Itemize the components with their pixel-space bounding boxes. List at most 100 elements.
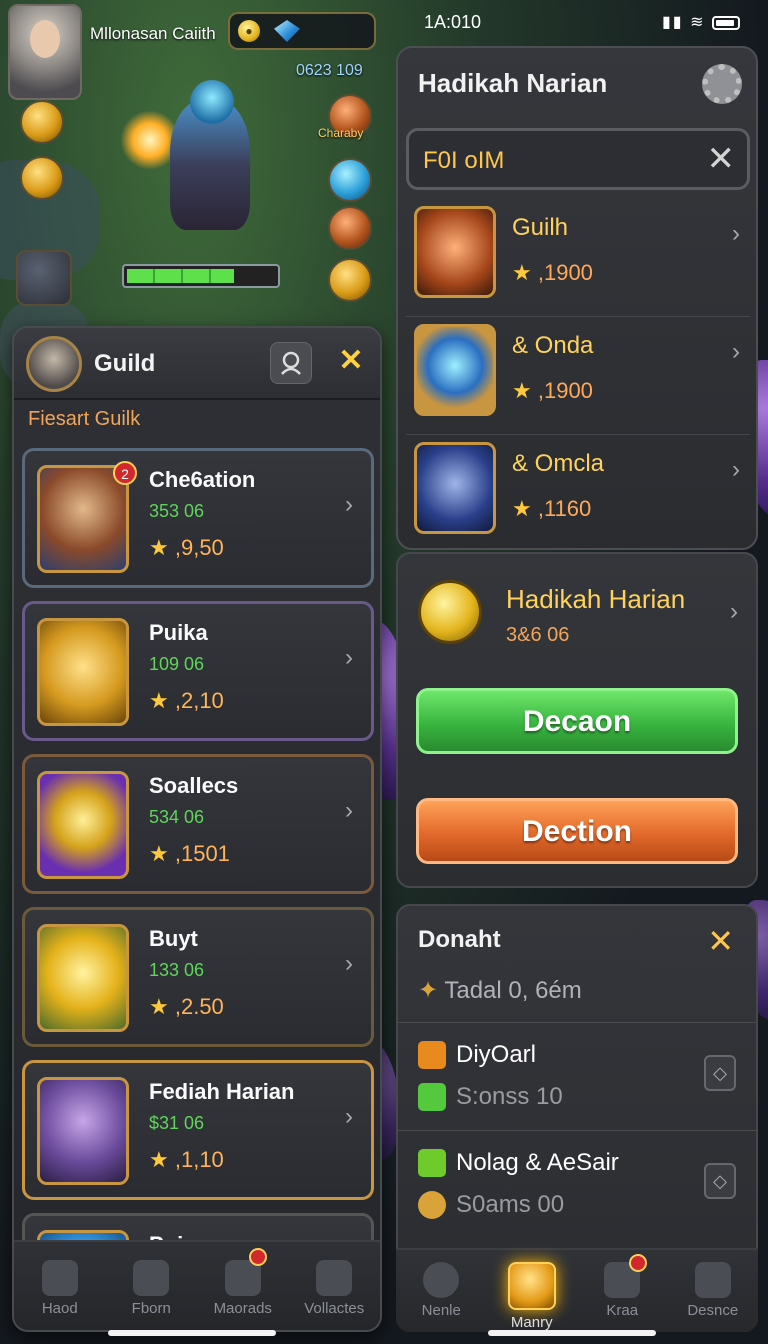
nav-camera[interactable]: Vollactes <box>289 1242 381 1330</box>
status-time: 1A:010 <box>424 12 482 32</box>
player-score: 0623 109 <box>296 62 363 79</box>
sparkle-icon: ✦ <box>418 977 439 1004</box>
right-list-item[interactable]: Guilh ★ ,1900 › <box>406 200 750 318</box>
clear-search-icon[interactable]: ✕ <box>707 139 736 179</box>
item-thumbnail <box>37 618 129 726</box>
item-score: 9,50 <box>180 535 224 560</box>
item-name: Soallecs <box>149 773 239 798</box>
close-icon[interactable]: ✕ <box>707 922 734 960</box>
donate-row[interactable]: Nolag & AeSair S0ams 00 ◇ <box>398 1130 756 1238</box>
hero-character <box>120 70 280 250</box>
item-name: & Omcla <box>512 450 605 477</box>
donate-total-text: Tadal 0, 6ém <box>444 977 582 1004</box>
green-gem-icon <box>418 1083 446 1111</box>
donate-row-sub: S:onss 10 <box>456 1083 563 1110</box>
item-code: 133 06 <box>149 960 205 980</box>
right-list-item[interactable]: & Onda ★ ,1900 › <box>406 318 750 436</box>
camera-icon <box>316 1260 353 1296</box>
item-thumbnail <box>414 324 496 416</box>
nav-label: Manry <box>510 1314 553 1331</box>
primary-button[interactable]: Decaon <box>416 688 738 754</box>
chest-label: Charaby <box>318 126 364 140</box>
nav-home[interactable]: Haod <box>14 1242 106 1330</box>
gold-coin-icon <box>418 580 482 644</box>
item-score: 2,10 <box>180 688 224 713</box>
item-score: 1,10 <box>180 1147 224 1172</box>
item-name: Fediah Harian <box>149 1079 295 1104</box>
right-bottom-nav: Nenle Manry Kraa Desnce <box>396 1248 758 1332</box>
nav-menu[interactable]: Desnce <box>668 1250 759 1332</box>
chevron-right-icon[interactable]: › <box>732 220 740 248</box>
shield-emblem-icon <box>507 1262 556 1310</box>
chevron-right-icon[interactable]: › <box>732 338 740 366</box>
guild-list-item[interactable]: Soallecs 534 06 ★ ,1501 › <box>22 754 374 894</box>
chevron-right-icon[interactable]: › <box>732 456 740 484</box>
donate-title: Donaht <box>418 926 501 953</box>
nav-label: Maorads <box>213 1300 272 1317</box>
player-name: Mllonasan Caiith <box>90 24 216 43</box>
item-score: 2.50 <box>180 994 224 1019</box>
item-code: 109 06 <box>149 654 205 674</box>
currency-bar[interactable]: ● <box>228 12 376 50</box>
crystal-icon[interactable] <box>328 158 372 202</box>
guild-subtitle: Fiesart Guilk <box>28 408 141 430</box>
nav-map[interactable]: Kraa <box>577 1250 668 1332</box>
star-icon: ★ <box>512 496 532 521</box>
item-name: Buyt <box>149 926 198 951</box>
gold-ore-icon[interactable] <box>20 156 64 200</box>
gold-nugget-icon[interactable] <box>328 258 372 302</box>
treasure-chest-icon[interactable] <box>16 250 72 306</box>
item-code: 534 06 <box>149 807 205 827</box>
ore-icon[interactable] <box>328 206 372 250</box>
nav-label: Vollactes <box>304 1300 365 1317</box>
donate-action-button[interactable]: ◇ <box>704 1055 736 1091</box>
health-bar <box>122 264 280 288</box>
score-row: ★ ,2.50 <box>149 994 224 1019</box>
bomb-icon <box>423 1262 460 1298</box>
wifi-icon: ≋ <box>690 14 706 31</box>
status-icons: ▮▮ ≋ <box>662 12 740 32</box>
item-score: 1900 <box>543 260 593 285</box>
home-indicator[interactable] <box>488 1330 656 1336</box>
gear-icon[interactable] <box>702 64 742 104</box>
chevron-right-icon[interactable]: › <box>345 1103 353 1131</box>
search-field[interactable]: F0I oIM ✕ <box>406 128 750 190</box>
guild-list-item[interactable]: Puika 109 06 ★ ,2,10 › <box>22 601 374 741</box>
battery-icon <box>711 15 740 30</box>
chevron-right-icon[interactable]: › <box>345 644 353 672</box>
nav-bomb[interactable]: Nenle <box>396 1250 487 1332</box>
guild-list-item[interactable]: 2 Che6ation 353 06 ★ ,9,50 › <box>22 448 374 588</box>
gold-coin-icon[interactable] <box>20 100 64 144</box>
chevron-right-icon[interactable]: › <box>345 491 353 519</box>
donate-row[interactable]: DiyOarl S:onss 10 ◇ <box>398 1022 756 1130</box>
nav-shield[interactable]: Manry <box>487 1250 578 1332</box>
item-thumbnail <box>37 465 129 573</box>
close-icon[interactable]: ✕ <box>336 346 366 376</box>
guild-list-item[interactable]: Fediah Harian $31 06 ★ ,1,10 › <box>22 1060 374 1200</box>
notification-badge: 2 <box>113 461 137 485</box>
player-avatar[interactable] <box>8 4 82 100</box>
guild-avatar[interactable] <box>26 336 82 392</box>
donate-action-button[interactable]: ◇ <box>704 1163 736 1199</box>
star-icon: ★ <box>512 378 532 403</box>
home-indicator[interactable] <box>108 1330 276 1336</box>
nav-search[interactable]: Fborn <box>106 1242 198 1330</box>
nav-compass[interactable]: Maorads <box>197 1242 289 1330</box>
item-name: Puika <box>149 620 208 645</box>
item-thumbnail <box>37 1077 129 1185</box>
orange-gem-icon <box>418 1041 446 1069</box>
chevron-right-icon[interactable]: › <box>345 797 353 825</box>
right-top-panel: Hadikah Narian F0I oIM ✕ Guilh ★ ,1900 › & … <box>396 46 758 550</box>
chevron-right-icon[interactable]: › <box>345 950 353 978</box>
item-thumbnail <box>414 206 496 298</box>
score-row: ★ ,1,10 <box>149 1147 224 1172</box>
item-name: Che6ation <box>149 467 256 492</box>
star-icon: ★ <box>149 841 169 866</box>
right-list-item[interactable]: & Omcla ★ ,1160 › <box>406 436 750 554</box>
secondary-button[interactable]: Dection <box>416 798 738 864</box>
green-gem-icon <box>418 1149 446 1177</box>
guild-list-item[interactable]: Buyt 133 06 ★ ,2.50 › <box>22 907 374 1047</box>
member-search-button[interactable] <box>270 342 312 384</box>
search-icon <box>133 1260 170 1296</box>
chevron-right-icon[interactable]: › <box>730 598 738 626</box>
